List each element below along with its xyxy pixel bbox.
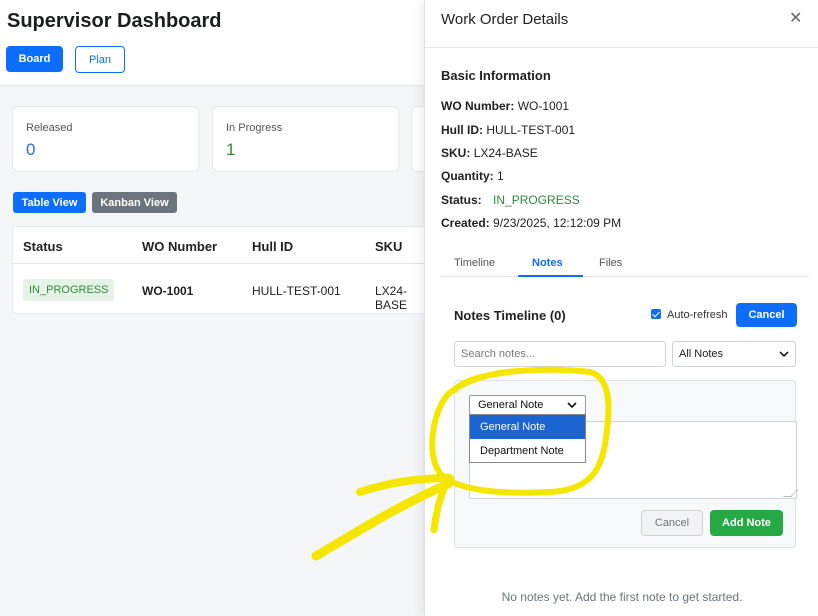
field-value: LX24-BASE	[473, 146, 538, 160]
auto-refresh-label: Auto-refresh	[667, 309, 728, 321]
dropdown-option-department-note[interactable]: Department Note	[470, 439, 585, 463]
tab-notes[interactable]: Notes	[532, 257, 563, 269]
tab-files[interactable]: Files	[599, 257, 622, 269]
board-button[interactable]: Board	[6, 46, 63, 72]
column-header-wo-number[interactable]: WO Number	[142, 239, 217, 254]
wo-number-field: WO Number: WO-1001	[441, 99, 569, 113]
basic-info-title: Basic Information	[441, 68, 551, 83]
table-cell-sku: LX24-BASE	[375, 284, 408, 312]
quantity-field: Quantity: 1	[441, 169, 504, 183]
empty-notes-message: No notes yet. Add the first note to get …	[501, 590, 743, 604]
field-label: Status:	[441, 193, 482, 207]
stat-card-in-progress: In Progress 1	[212, 106, 399, 172]
filter-value: All Notes	[679, 348, 724, 360]
dropdown-option-general-note[interactable]: General Note	[470, 415, 585, 439]
kanban-view-button[interactable]: Kanban View	[92, 192, 177, 213]
search-notes-input[interactable]	[454, 341, 666, 367]
cancel-note-button[interactable]: Cancel	[641, 510, 703, 536]
status-field: Status: IN_PROGRESS	[441, 193, 580, 207]
field-label: SKU:	[441, 146, 471, 160]
stat-label: In Progress	[226, 122, 283, 134]
field-label: Quantity:	[441, 169, 494, 183]
note-type-value: General Note	[478, 399, 544, 411]
cancel-button[interactable]: Cancel	[736, 303, 797, 327]
chevron-down-icon	[779, 350, 789, 357]
table-cell-wo-number[interactable]: WO-1001	[142, 284, 193, 298]
add-note-button[interactable]: Add Note	[710, 510, 783, 536]
active-tab-indicator	[518, 275, 583, 277]
panel-title: Work Order Details	[441, 11, 569, 28]
notes-filter-select[interactable]: All Notes	[672, 341, 796, 367]
divider	[425, 47, 818, 48]
page-title: Supervisor Dashboard	[7, 10, 222, 32]
field-label: WO Number:	[441, 99, 515, 113]
stat-label: Released	[26, 122, 73, 134]
table-view-button[interactable]: Table View	[13, 192, 86, 213]
field-value: HULL-TEST-001	[486, 123, 576, 137]
field-label: Created:	[441, 216, 490, 230]
stat-card-released: Released 0	[12, 106, 199, 172]
table-cell-hull-id: HULL-TEST-001	[252, 284, 341, 298]
work-order-details-panel: Work Order Details ✕ Basic Information W…	[424, 0, 818, 616]
status-badge: IN_PROGRESS	[23, 279, 115, 301]
tab-timeline[interactable]: Timeline	[454, 257, 495, 269]
resize-handle-icon[interactable]	[783, 489, 799, 497]
hull-id-field: Hull ID: HULL-TEST-001	[441, 123, 575, 137]
column-header-status[interactable]: Status	[23, 239, 63, 254]
field-value: WO-1001	[517, 99, 570, 113]
column-header-hull-id[interactable]: Hull ID	[252, 239, 293, 254]
notes-timeline-title: Notes Timeline (0)	[454, 308, 566, 323]
field-value: 9/23/2025, 12:12:09 PM	[493, 216, 622, 230]
note-type-dropdown: General Note Department Note	[469, 414, 586, 463]
detail-tabs: Timeline Notes Files	[441, 250, 809, 277]
work-order-table: Status WO Number Hull ID SKU IN_PROGRESS…	[12, 226, 432, 314]
column-header-sku[interactable]: SKU	[375, 239, 402, 254]
close-icon[interactable]: ✕	[789, 8, 802, 28]
sku-field: SKU: LX24-BASE	[441, 146, 538, 160]
plan-button[interactable]: Plan	[75, 46, 125, 73]
auto-refresh-checkbox[interactable]	[651, 309, 661, 319]
stat-value: 1	[226, 140, 236, 159]
status-value: IN_PROGRESS	[493, 193, 580, 207]
field-value: 1	[497, 169, 504, 183]
field-label: Hull ID:	[441, 123, 483, 137]
created-field: Created: 9/23/2025, 12:12:09 PM	[441, 216, 621, 230]
stat-value: 0	[26, 140, 36, 159]
divider	[13, 263, 431, 264]
note-type-select[interactable]: General Note	[469, 395, 586, 415]
chevron-down-icon	[567, 401, 577, 408]
add-note-form: General Note General Note Department Not…	[454, 380, 799, 548]
